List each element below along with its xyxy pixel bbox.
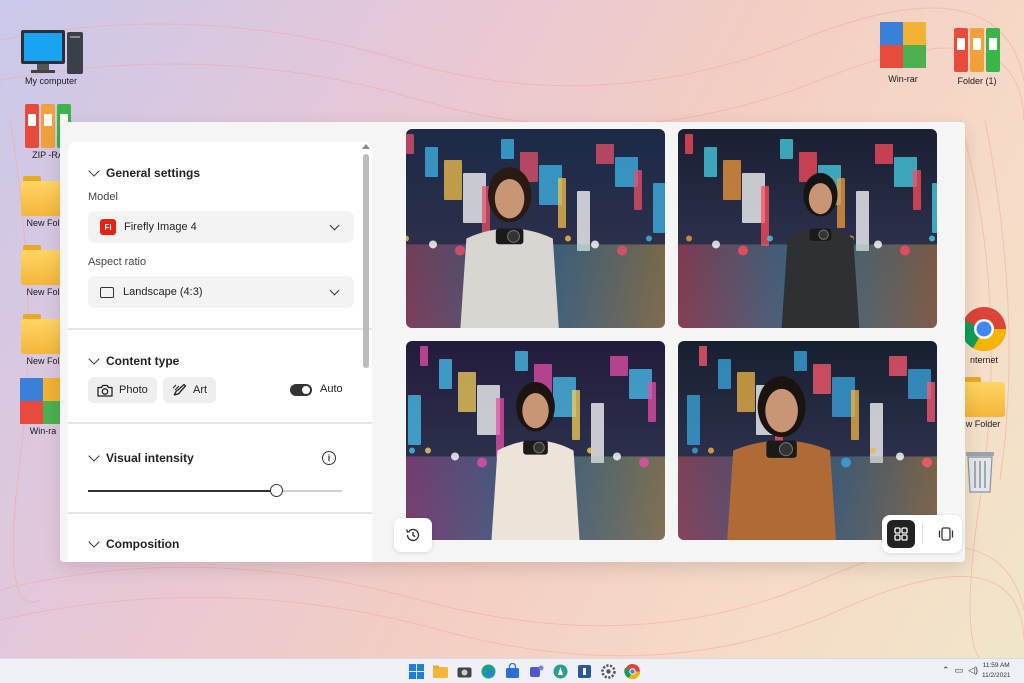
grid-icon — [894, 527, 908, 541]
chrome-taskbar-icon[interactable] — [624, 663, 641, 680]
aspect-ratio-label: Aspect ratio — [88, 256, 147, 268]
firefly-app-window: General settings Model Fi Firefly Image … — [60, 122, 965, 562]
aspect-ratio-value: Landscape (4:3) — [123, 286, 203, 298]
view-separator — [922, 524, 923, 544]
section-divider — [68, 422, 372, 424]
store-icon[interactable] — [504, 662, 521, 680]
maps-icon[interactable] — [552, 663, 569, 680]
single-view-button[interactable] — [932, 520, 960, 548]
chevron-down-icon — [88, 536, 100, 548]
section-divider — [68, 512, 372, 514]
desktop-icon-folder-1[interactable]: Folder (1) — [939, 24, 1015, 86]
edge-browser-icon[interactable] — [480, 663, 497, 680]
view-mode-switch — [882, 515, 962, 553]
chevron-down-icon — [88, 165, 100, 177]
windows-start-icon[interactable] — [408, 663, 425, 680]
generated-image-1[interactable] — [406, 129, 665, 328]
grid-view-button[interactable] — [887, 520, 915, 548]
binders-icon — [952, 24, 1002, 72]
section-title: Content type — [106, 354, 180, 368]
model-select[interactable]: Fi Firefly Image 4 — [88, 211, 354, 243]
teams-icon[interactable] — [528, 663, 545, 680]
chevron-down-icon — [88, 353, 100, 365]
chip-label: Photo — [119, 384, 148, 396]
taskbar-apps — [408, 662, 641, 680]
desktop-icon-my-computer[interactable]: My computer — [13, 26, 89, 86]
clock-date: 11/2/2021 — [982, 672, 1011, 679]
folder-icon — [21, 314, 65, 354]
camera-icon — [97, 384, 113, 397]
desktop-icon-winrar-right[interactable]: Win-rar — [865, 22, 941, 84]
landscape-icon — [100, 286, 114, 298]
info-icon[interactable]: i — [322, 451, 336, 465]
desktop-icon-label: Folder (1) — [957, 76, 997, 86]
content-type-art-button[interactable]: Art — [163, 377, 217, 403]
auto-label: Auto — [320, 383, 343, 395]
file-explorer-icon[interactable] — [432, 663, 449, 680]
section-title: Composition — [106, 537, 180, 551]
chip-label: Art — [193, 384, 208, 396]
generated-image-4[interactable] — [678, 341, 937, 540]
camera-app-icon[interactable] — [456, 663, 473, 680]
chevron-up-icon[interactable]: ⌃ — [942, 665, 950, 676]
slider-thumb[interactable] — [269, 484, 283, 497]
aspect-ratio-select[interactable]: Landscape (4:3) — [88, 276, 354, 308]
visual-intensity-slider[interactable] — [88, 484, 342, 497]
content-type-header[interactable]: Content type — [88, 353, 180, 368]
taskbar-clock[interactable]: 11:59 AM 11/2/2021 — [982, 661, 1010, 681]
panel-scrollbar[interactable] — [363, 154, 369, 368]
computer-icon — [21, 26, 83, 74]
visual-intensity-header[interactable]: Visual intensity — [88, 450, 194, 465]
volume-icon[interactable]: ◁) — [968, 665, 978, 676]
section-title: General settings — [106, 166, 201, 180]
model-value: Firefly Image 4 — [124, 221, 197, 233]
system-tray: ⌃ ▭ ◁) — [942, 665, 978, 676]
word-icon[interactable] — [576, 663, 593, 680]
clock-time: 11:59 AM — [982, 662, 1010, 669]
section-divider — [68, 328, 372, 330]
photo-canvas — [678, 129, 937, 328]
history-icon — [406, 528, 420, 542]
section-title: Visual intensity — [106, 451, 194, 465]
network-icon[interactable]: ▭ — [955, 665, 964, 676]
desktop-icon-label: Win-rar — [888, 74, 918, 84]
history-button[interactable] — [394, 518, 432, 552]
chrome-icon — [960, 305, 1008, 353]
photo-canvas — [406, 129, 665, 328]
content-type-photo-button[interactable]: Photo — [88, 377, 157, 403]
generated-image-3[interactable] — [406, 341, 665, 540]
folder-icon — [961, 377, 1005, 417]
settings-panel: General settings Model Fi Firefly Image … — [68, 142, 372, 562]
scroll-up-arrow[interactable] — [362, 144, 370, 149]
composition-header[interactable]: Composition — [88, 536, 180, 551]
carousel-icon — [938, 527, 954, 541]
chevron-down-icon — [329, 220, 340, 231]
generated-image-2[interactable] — [678, 129, 937, 328]
auto-toggle[interactable] — [290, 384, 312, 396]
model-label: Model — [88, 191, 118, 203]
general-settings-header[interactable]: General settings — [88, 165, 201, 180]
taskbar: ⌃ ▭ ◁) 11:59 AM 11/2/2021 — [0, 658, 1024, 683]
chevron-down-icon — [329, 285, 340, 296]
photo-canvas — [406, 341, 665, 540]
winrar-icon — [880, 22, 926, 68]
slider-fill — [88, 490, 276, 492]
photo-canvas — [678, 341, 937, 540]
folder-icon — [21, 176, 65, 216]
brush-icon — [172, 383, 187, 396]
settings-gear-icon[interactable] — [600, 663, 617, 680]
chevron-down-icon — [88, 450, 100, 462]
firefly-logo-icon: Fi — [100, 219, 116, 235]
folder-icon — [21, 245, 65, 285]
